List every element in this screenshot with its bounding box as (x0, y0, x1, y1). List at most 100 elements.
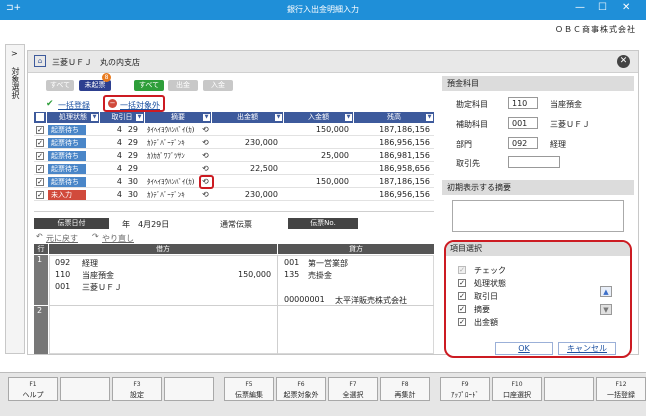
credit-acct: 売掛金 (308, 271, 332, 280)
row-day: 30 (127, 190, 138, 199)
fkey-f7[interactable]: F7 全選択 (328, 377, 378, 401)
debit-sub-code[interactable]: 001 (55, 282, 70, 291)
splitter[interactable] (34, 211, 434, 212)
fkey-code: F10 (511, 381, 523, 388)
row-checkbox[interactable]: ✓ (36, 139, 44, 147)
header-date[interactable]: 取引日 ▼ (100, 112, 144, 123)
title-bar: ⊐+ 銀行入出金明細入力 — ☐ ✕ (0, 0, 646, 20)
fkey-f12[interactable]: F12 一括登録 (596, 377, 646, 401)
header-status[interactable]: 処理状態 ▼ (47, 112, 99, 123)
table-row[interactable]: ✓ 起票待ち 4 29 ｶ)ﾃﾞﾊﾞｰﾃﾞﾝｷ ⟲ 230,000 186,956,156 (34, 137, 434, 149)
item-select-row[interactable]: ✓ 取引日 (456, 290, 586, 302)
balance-dropdown-icon[interactable]: ▼ (426, 114, 433, 121)
journal-line-2[interactable]: 2 (34, 306, 48, 354)
fkey-f10[interactable]: F10 口座選択 (492, 377, 542, 401)
fkey-blank[interactable] (60, 377, 110, 401)
close-window-icon[interactable]: ✕ (622, 2, 630, 13)
table-row[interactable]: ✓ 起票待ち 4 29 ｶ)ｶｶﾞﾜﾌﾞﾂｻﾝ ⟲ 25,000 186,981,156 (34, 150, 434, 162)
redo-link[interactable]: やり直し (102, 233, 134, 244)
fkey-f3[interactable]: F3 設定 (112, 377, 162, 401)
item-checkbox[interactable]: ✓ (458, 292, 466, 300)
item-checkbox[interactable]: ✓ (458, 279, 466, 287)
sub-code-input[interactable]: 001 (508, 117, 538, 129)
undo-link[interactable]: 元に戻す (46, 233, 78, 244)
item-select-row[interactable]: ✓ 摘要 (456, 303, 586, 315)
sync-icon[interactable]: ⟲ (202, 150, 212, 162)
initial-summary-input[interactable] (452, 200, 624, 232)
expand-icon[interactable]: > (11, 49, 18, 58)
item-select-row[interactable]: ✓ チェック (456, 264, 586, 276)
filter-withdrawal[interactable]: 出金 (168, 80, 198, 91)
fkey-blank[interactable] (544, 377, 594, 401)
row-checkbox[interactable]: ✓ (36, 126, 44, 134)
withdrawal-dropdown-icon[interactable]: ▼ (275, 114, 282, 121)
debit-dept-code[interactable]: 092 (55, 258, 70, 267)
table-row[interactable]: ✓ 起票待ち 4 29 ⟲ 22,500 186,958,656 (34, 163, 434, 175)
fkey-f9[interactable]: F9 ｱｯﾌﾟﾛｰﾄﾞ (440, 377, 490, 401)
header-withdrawal[interactable]: 出金額 ▼ (212, 112, 283, 123)
header-summary[interactable]: 摘要 ▼ (145, 112, 211, 123)
filter-all[interactable]: すべて (46, 80, 74, 91)
row-checkbox[interactable]: ✓ (36, 165, 44, 173)
fkey-f5[interactable]: F5 伝票編集 (224, 377, 274, 401)
row-checkbox[interactable]: ✓ (36, 191, 44, 199)
summary-dropdown-icon[interactable]: ▼ (203, 114, 210, 121)
close-panel-icon[interactable]: ✕ (617, 55, 630, 68)
sync-icon[interactable]: ⟲ (202, 124, 212, 136)
credit-dept-code[interactable]: 001 (284, 258, 299, 267)
credit-dept: 第一営業部 (308, 259, 348, 268)
ok-button[interactable]: OK (495, 342, 553, 355)
credit-partner-code[interactable]: 00000001 (284, 295, 325, 304)
fkey-f1[interactable]: F1 ヘルプ (8, 377, 58, 401)
item-checkbox[interactable]: ✓ (458, 318, 466, 326)
voucher-type[interactable]: 通常伝票 (220, 219, 252, 230)
table-row[interactable]: ✓ 未入力 4 30 ｶ)ﾃﾞﾊﾞｰﾃﾞﾝｷ ⟲ 230,000 186,956,156 (34, 189, 434, 201)
row-summary: ｶ)ｶｶﾞﾜﾌﾞﾂｻﾝ (147, 152, 185, 160)
row-checkbox[interactable]: ✓ (36, 152, 44, 160)
journal-line-1[interactable]: 1 (34, 255, 48, 305)
fkey-blank[interactable] (164, 377, 214, 401)
fkey-f8[interactable]: F8 再集計 (380, 377, 430, 401)
acct-code-input[interactable]: 110 (508, 97, 538, 109)
row-day: 29 (127, 151, 138, 160)
undo-icon[interactable]: ↶ (36, 232, 43, 241)
item-checkbox[interactable]: ✓ (458, 305, 466, 313)
row-checkbox[interactable]: ✓ (36, 178, 44, 186)
item-checkbox[interactable]: ✓ (458, 266, 466, 274)
redo-icon[interactable]: ↷ (92, 232, 99, 241)
debit-amount[interactable]: 150,000 (238, 270, 271, 279)
table-row[interactable]: ✓ 起票待ち 4 29 ﾀｲﾍｲﾖｳﾊﾝﾊﾞｲ(ｶ) ⟲ 150,000 187,186,15… (34, 124, 434, 136)
status-dropdown-icon[interactable]: ▼ (91, 114, 98, 121)
voucher-date-value[interactable]: 年 4月29日 (122, 219, 169, 230)
move-down-button[interactable]: ▼ (600, 304, 612, 315)
fkey-f6[interactable]: F6 起票対象外 (276, 377, 326, 401)
minimize-icon[interactable]: — (575, 2, 585, 13)
header-check[interactable] (34, 112, 46, 123)
item-select-row[interactable]: ✓ 処理状態 (456, 277, 586, 289)
filter-all-type[interactable]: すべて (134, 80, 164, 91)
debit-acct-code[interactable]: 110 (55, 270, 70, 279)
item-select-row[interactable]: ✓ 出金額 (456, 316, 586, 328)
maximize-icon[interactable]: ☐ (598, 2, 607, 13)
function-key-bar: F1 ヘルプ F3 設定 F5 伝票編集 F6 起票対象外 F7 全選択 F8 再集計 F9 ｱｯﾌﾟﾛｰ… (0, 372, 646, 416)
date-dropdown-icon[interactable]: ▼ (136, 114, 143, 121)
dept-label: 部門 (456, 140, 472, 149)
credit-acct-code[interactable]: 135 (284, 270, 299, 279)
partner-input[interactable] (508, 156, 560, 168)
header-deposit[interactable]: 入金額 ▼ (284, 112, 353, 123)
cancel-button[interactable]: キャンセル (558, 342, 616, 355)
table-row[interactable]: ✓ 起票待ち 4 30 ﾀｲﾍｲﾖｳﾊﾝﾊﾞｲ(ｶ) ⟲ 150,000 187,186,15… (34, 176, 434, 188)
target-select-strip[interactable]: > 対象選択 (5, 44, 25, 354)
header-balance[interactable]: 残高 ▼ (354, 112, 434, 123)
sync-icon[interactable]: ⟲ (202, 189, 212, 201)
summary-section-header: 初期表示する摘要 (442, 180, 634, 195)
select-all-checkbox[interactable] (36, 113, 44, 121)
deposit-dropdown-icon[interactable]: ▼ (345, 114, 352, 121)
sync-icon[interactable]: ⟲ (202, 163, 212, 175)
move-up-button[interactable]: ▲ (600, 286, 612, 297)
bulk-exclude-link[interactable]: 一括対象外 (120, 100, 160, 111)
sync-icon[interactable]: ⟲ (202, 137, 212, 149)
filter-deposit[interactable]: 入金 (203, 80, 233, 91)
dept-code-input[interactable]: 092 (508, 137, 538, 149)
bulk-register-link[interactable]: 一括登録 (58, 100, 90, 111)
